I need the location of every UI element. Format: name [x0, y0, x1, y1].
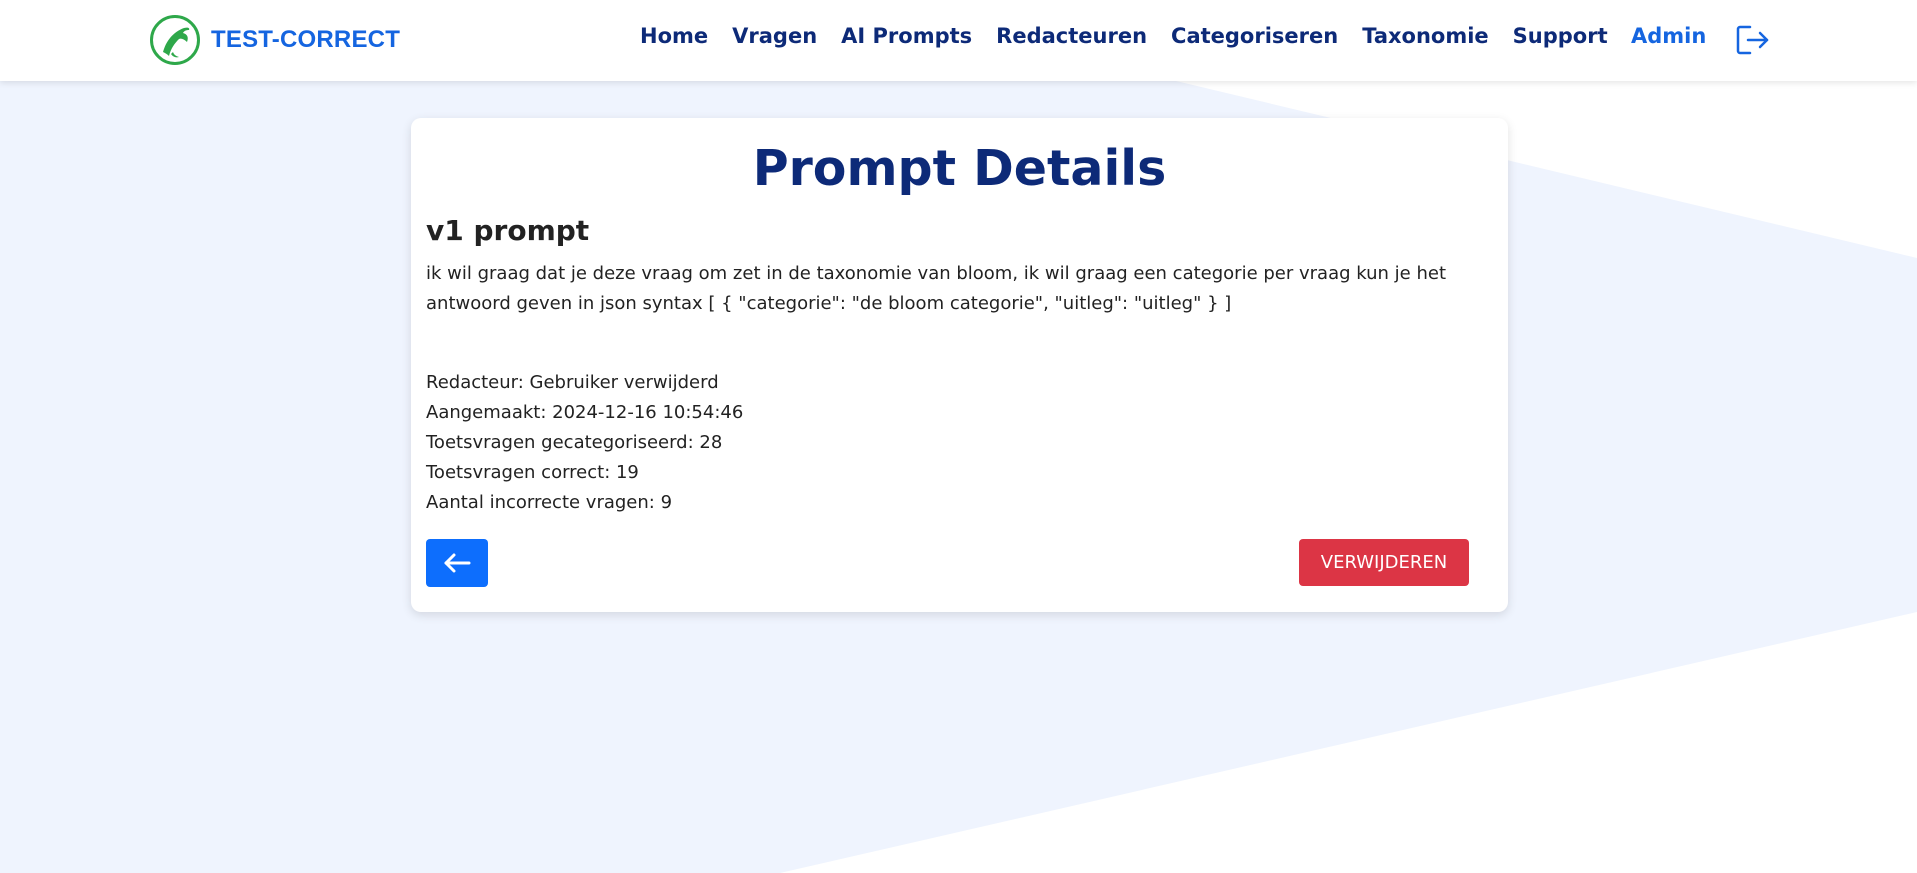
meta-gecategoriseerd: Toetsvragen gecategoriseerd: 28 [426, 432, 723, 453]
logout-icon [1736, 25, 1769, 55]
meta-aangemaakt: Aangemaakt: 2024-12-16 10:54:46 [426, 402, 744, 423]
nav-link-home[interactable]: Home [640, 24, 708, 48]
prompt-details-card: Prompt Details v1 prompt ik wil graag da… [411, 118, 1508, 612]
arrow-left-icon [444, 553, 471, 573]
dolphin-icon [150, 15, 200, 65]
meta-redacteur: Redacteur: Gebruiker verwijderd [426, 372, 719, 393]
brand-name: TEST-CORRECT [211, 26, 401, 53]
back-button[interactable] [426, 539, 488, 587]
prompt-text: ik wil graag dat je deze vraag om zet in… [426, 263, 1447, 314]
logout-button[interactable] [1735, 24, 1771, 56]
prompt-name: v1 prompt [426, 214, 590, 247]
nav-link-admin[interactable]: Admin [1631, 24, 1706, 48]
nav-link-categoriseren[interactable]: Categoriseren [1171, 24, 1338, 48]
nav-link-redacteuren[interactable]: Redacteuren [996, 24, 1147, 48]
delete-button[interactable]: VERWIJDEREN [1299, 539, 1469, 586]
nav-link-support[interactable]: Support [1513, 24, 1608, 48]
nav-link-ai-prompts[interactable]: AI Prompts [841, 24, 972, 48]
main-nav: Home Vragen AI Prompts Redacteuren Categ… [640, 24, 1608, 48]
brand-logo-link[interactable]: TEST-CORRECT [149, 14, 400, 66]
meta-correct: Toetsvragen correct: 19 [426, 462, 639, 483]
page-title: Prompt Details [752, 140, 1167, 197]
meta-incorrect: Aantal incorrecte vragen: 9 [426, 492, 673, 513]
nav-link-vragen[interactable]: Vragen [732, 24, 817, 48]
prompt-metadata: Redacteur: Gebruiker verwijderd Aangemaa… [426, 368, 743, 518]
nav-link-taxonomie[interactable]: Taxonomie [1362, 24, 1488, 48]
top-navbar: TEST-CORRECT Home Vragen AI Prompts Reda… [0, 0, 1917, 81]
